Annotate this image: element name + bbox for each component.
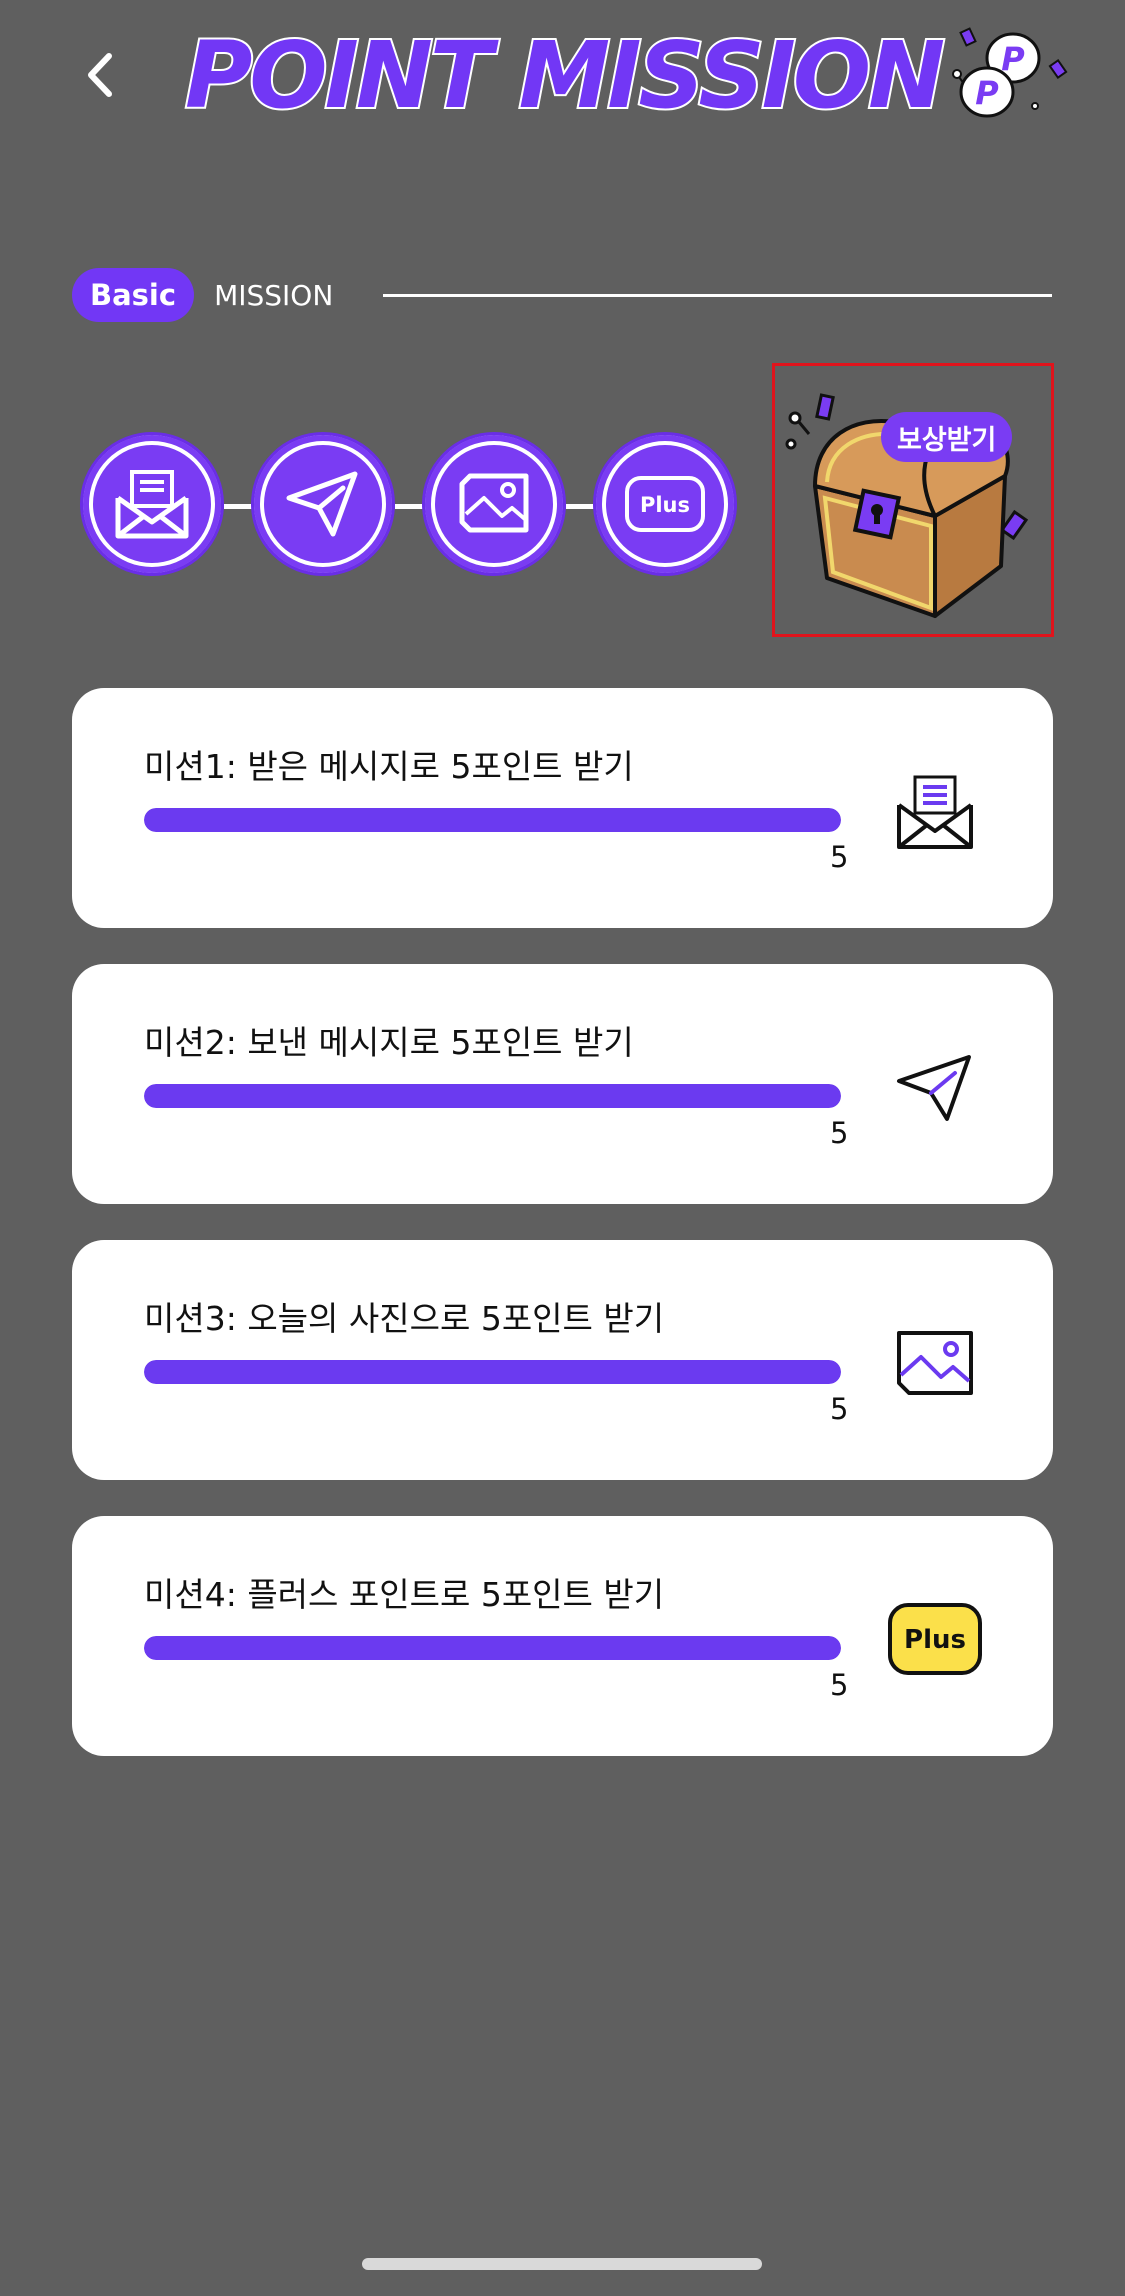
plus-icon: Plus — [625, 476, 705, 532]
mission-progress-bar — [144, 1636, 841, 1660]
step-1 — [80, 432, 224, 576]
page-title: POINT MISSION — [183, 20, 947, 131]
step-3 — [422, 432, 566, 576]
image-icon — [459, 473, 529, 533]
mission-card-1[interactable]: 미션1: 받은 메시지로 5포인트 받기 5 — [72, 688, 1053, 928]
mission-title: 미션3: 오늘의 사진으로 5포인트 받기 — [144, 1299, 665, 1338]
basic-badge: Basic — [72, 268, 195, 322]
plus-icon-label: Plus — [904, 1625, 966, 1655]
paper-plane-icon — [286, 471, 358, 537]
mission-progress-bar — [144, 1360, 841, 1384]
home-indicator[interactable] — [362, 2258, 762, 2270]
coin-letter-top: P — [1001, 40, 1025, 78]
mission-card-2[interactable]: 미션2: 보낸 메시지로 5포인트 받기 5 — [72, 964, 1053, 1204]
plus-icon: Plus — [887, 1591, 983, 1687]
coin-letter-bottom: P — [975, 74, 999, 112]
point-coins-icon: P P — [952, 27, 1068, 118]
mission-progress-bar — [144, 1084, 841, 1108]
plus-label: Plus — [640, 493, 690, 517]
mission-steps: Plus — [80, 432, 740, 580]
mission-title: 미션1: 받은 메시지로 5포인트 받기 — [144, 747, 634, 786]
progress-fill — [144, 1360, 841, 1384]
back-button[interactable] — [70, 40, 130, 110]
step-2 — [251, 432, 395, 576]
section-header: Basic MISSION — [72, 268, 1052, 322]
mission-card-4[interactable]: 미션4: 플러스 포인트로 5포인트 받기 5 Plus — [72, 1516, 1053, 1756]
step-4: Plus — [593, 432, 737, 576]
reward-label: 보상받기 — [881, 412, 1013, 462]
progress-fill — [144, 1084, 841, 1108]
progress-fill — [144, 1636, 841, 1660]
chevron-left-icon — [88, 53, 112, 97]
treasure-chest-icon — [785, 393, 1029, 618]
mission-count: 5 — [830, 840, 849, 874]
mission-progress-bar — [144, 808, 841, 832]
progress-fill — [144, 808, 841, 832]
image-icon — [887, 1315, 983, 1411]
envelope-icon — [115, 470, 189, 539]
mission-card-3[interactable]: 미션3: 오늘의 사진으로 5포인트 받기 5 — [72, 1240, 1053, 1480]
mission-count: 5 — [830, 1668, 849, 1702]
mission-label: MISSION — [214, 278, 334, 312]
mission-count: 5 — [830, 1392, 849, 1426]
mission-count: 5 — [830, 1116, 849, 1150]
reward-button[interactable]: 보상받기 — [772, 363, 1054, 637]
mission-title: 미션4: 플러스 포인트로 5포인트 받기 — [144, 1575, 665, 1614]
mission-title: 미션2: 보낸 메시지로 5포인트 받기 — [144, 1023, 634, 1062]
section-divider — [383, 293, 1052, 297]
envelope-icon — [887, 763, 983, 859]
paper-plane-icon — [887, 1039, 983, 1135]
page-title-wrap: POINT MISSION — [183, 20, 947, 131]
